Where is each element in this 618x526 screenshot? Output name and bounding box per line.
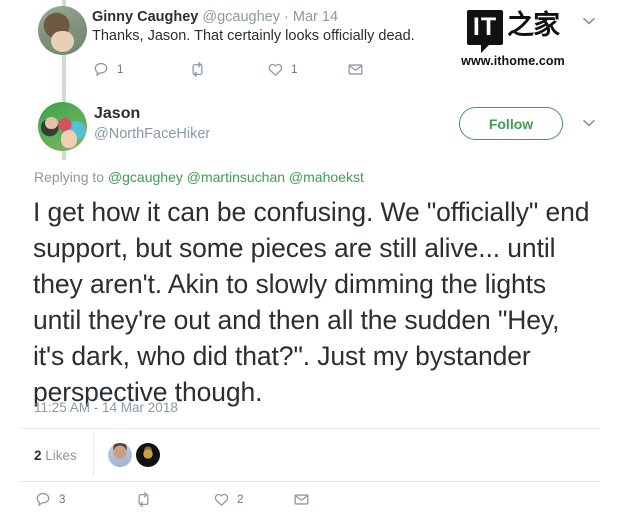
chevron-down-icon	[583, 119, 595, 127]
likes-count-number: 2	[34, 447, 42, 463]
replying-mention-2[interactable]: @mahoekst	[289, 169, 364, 185]
parent-tweet-text: Thanks, Jason. That certainly looks offi…	[92, 28, 415, 44]
chevron-down-icon	[583, 17, 595, 25]
like-icon	[266, 60, 285, 79]
follow-button[interactable]: Follow	[459, 107, 563, 140]
replying-to: Replying to @gcaughey @martinsuchan @mah…	[34, 169, 364, 185]
parent-author-name[interactable]: Ginny Caughey	[92, 9, 198, 25]
likes-divider-top	[20, 428, 600, 429]
replying-mention-0[interactable]: @gcaughey	[108, 169, 183, 185]
parent-like-button[interactable]: 1	[266, 60, 346, 79]
likes-vertical-divider	[92, 434, 94, 476]
main-reply-button[interactable]: 3	[34, 490, 134, 509]
likes-count[interactable]: 2 Likes	[34, 448, 77, 463]
parent-tweet-more-button[interactable]	[578, 10, 600, 32]
main-retweet-button[interactable]	[134, 490, 212, 509]
tweet-detail-page: Ginny Caughey @gcaughey · Mar 14 Thanks,…	[0, 0, 618, 526]
parent-like-count: 1	[291, 63, 298, 76]
likes-divider-bottom	[20, 481, 600, 482]
parent-author-handle[interactable]: @gcaughey	[202, 9, 280, 25]
main-reply-count: 3	[59, 493, 66, 506]
replying-mention-1[interactable]: @martinsuchan	[187, 169, 285, 185]
main-tweet-timestamp[interactable]: 11:25 AM - 14 Mar 2018	[34, 400, 178, 415]
parent-reply-count: 1	[117, 63, 124, 76]
reply-icon	[92, 60, 111, 79]
watermark-logo-row: IT 之家	[452, 10, 574, 53]
ithome-watermark: IT 之家 www.ithome.com	[452, 10, 574, 68]
main-author-handle[interactable]: @NorthFaceHiker	[94, 126, 210, 142]
main-like-count: 2	[237, 493, 244, 506]
parent-tweet-header: Ginny Caughey @gcaughey · Mar 14	[92, 8, 338, 26]
retweet-icon	[134, 490, 153, 509]
replying-to-prefix: Replying to	[34, 169, 105, 185]
liker-avatar-1[interactable]	[107, 443, 132, 467]
ithome-badge-icon: IT	[466, 10, 504, 53]
direct-message-icon	[292, 490, 311, 509]
likes-row: 2 Likes	[34, 434, 164, 476]
ginny-caughey-avatar[interactable]	[38, 6, 87, 55]
watermark-url: www.ithome.com	[461, 54, 565, 68]
parent-reply-button[interactable]: 1	[92, 60, 188, 79]
main-tweet-action-bar: 3 2	[34, 490, 311, 509]
main-tweet-more-button[interactable]	[578, 112, 600, 134]
parent-tweet-action-bar: 1 1	[92, 60, 365, 79]
direct-message-icon	[346, 60, 365, 79]
ithome-cjk-text: 之家	[507, 10, 560, 41]
main-direct-message-button[interactable]	[292, 490, 311, 509]
jason-avatar[interactable]	[38, 102, 87, 151]
likes-count-label: Likes	[45, 447, 77, 463]
parent-retweet-button[interactable]	[188, 60, 266, 79]
parent-header-separator: ·	[284, 9, 289, 25]
reply-icon	[34, 490, 53, 509]
main-tweet-text: I get how it can be confusing. We "offic…	[33, 197, 590, 407]
liker-avatar-2[interactable]	[135, 443, 160, 467]
parent-direct-message-button[interactable]	[346, 60, 365, 79]
like-icon	[212, 490, 231, 509]
retweet-icon	[188, 60, 207, 79]
main-like-button[interactable]: 2	[212, 490, 292, 509]
parent-tweet-date[interactable]: Mar 14	[293, 9, 338, 25]
main-author-name[interactable]: Jason	[94, 105, 140, 123]
